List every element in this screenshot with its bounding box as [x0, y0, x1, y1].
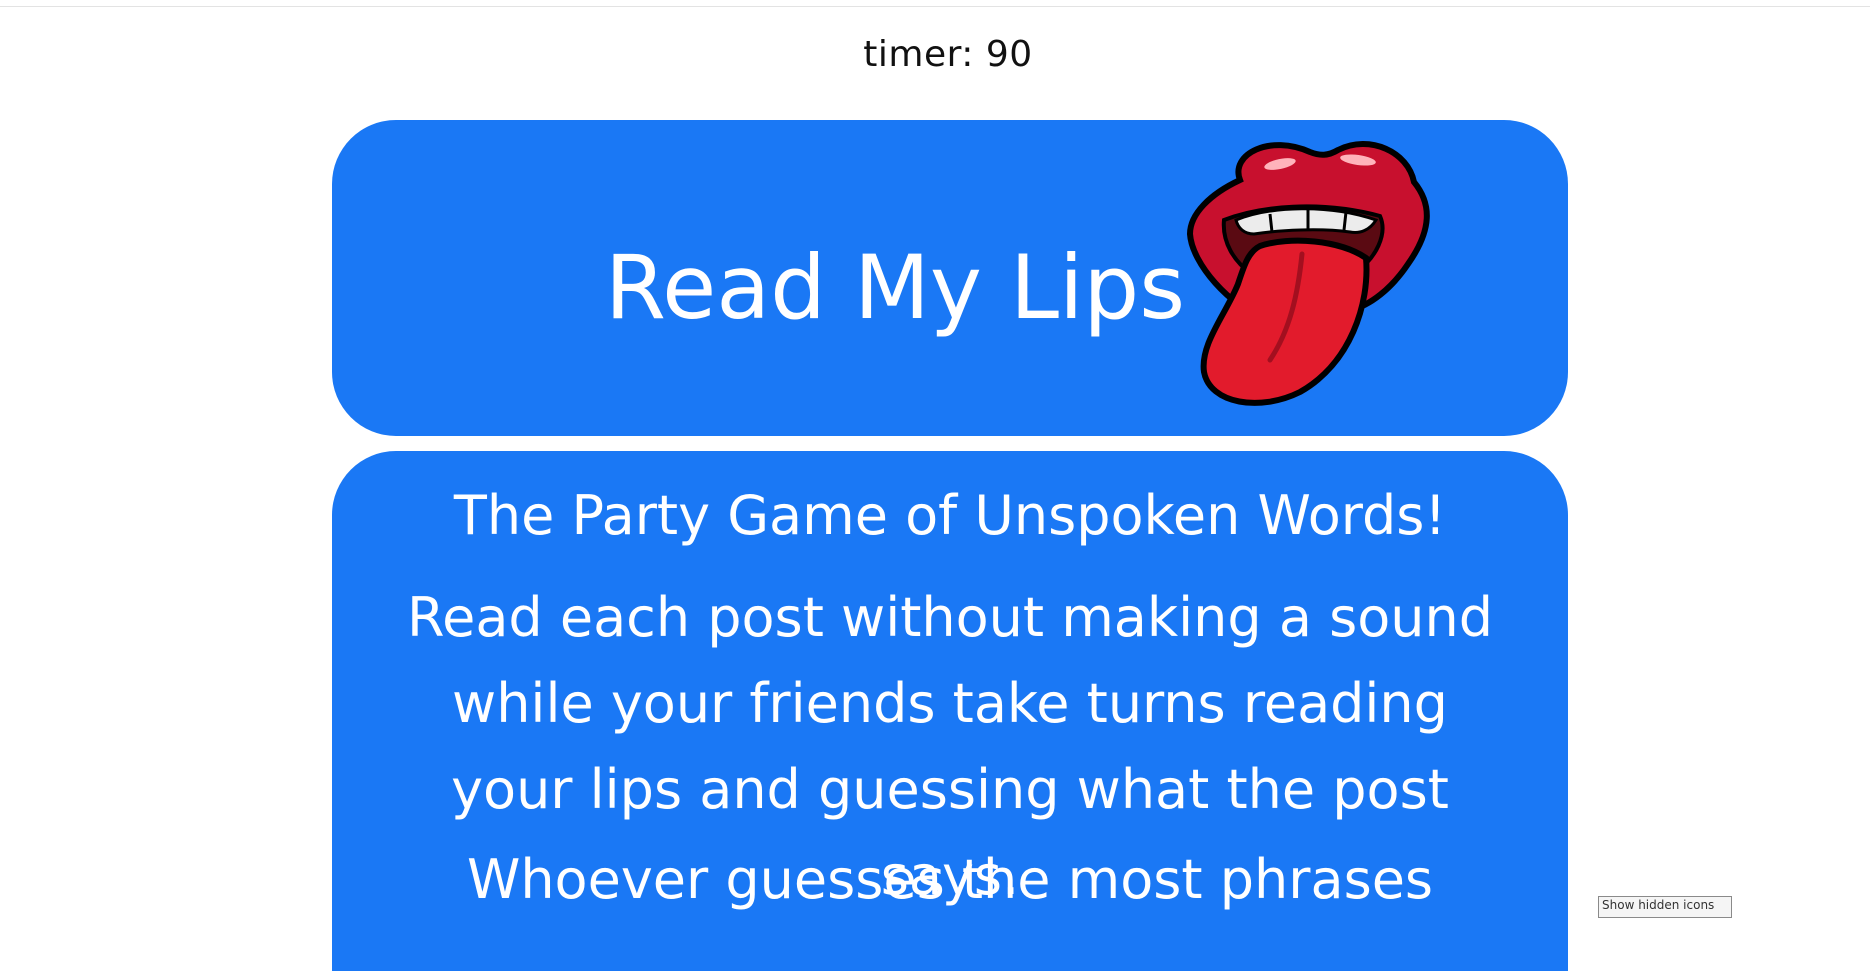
game-win-rule: Whoever guesses the most phrases	[466, 848, 1434, 911]
timer-display: timer: 90	[863, 34, 1033, 75]
show-hidden-icons-tooltip: Show hidden icons	[1598, 896, 1732, 918]
lips-tongue-icon	[1186, 141, 1430, 406]
game-tagline: The Party Game of Unspoken Words!	[453, 484, 1447, 547]
game-description-card: The Party Game of Unspoken Words! Read e…	[332, 451, 1568, 971]
hero-banner: Read My Lips	[332, 120, 1568, 436]
top-border-line	[0, 6, 1870, 7]
